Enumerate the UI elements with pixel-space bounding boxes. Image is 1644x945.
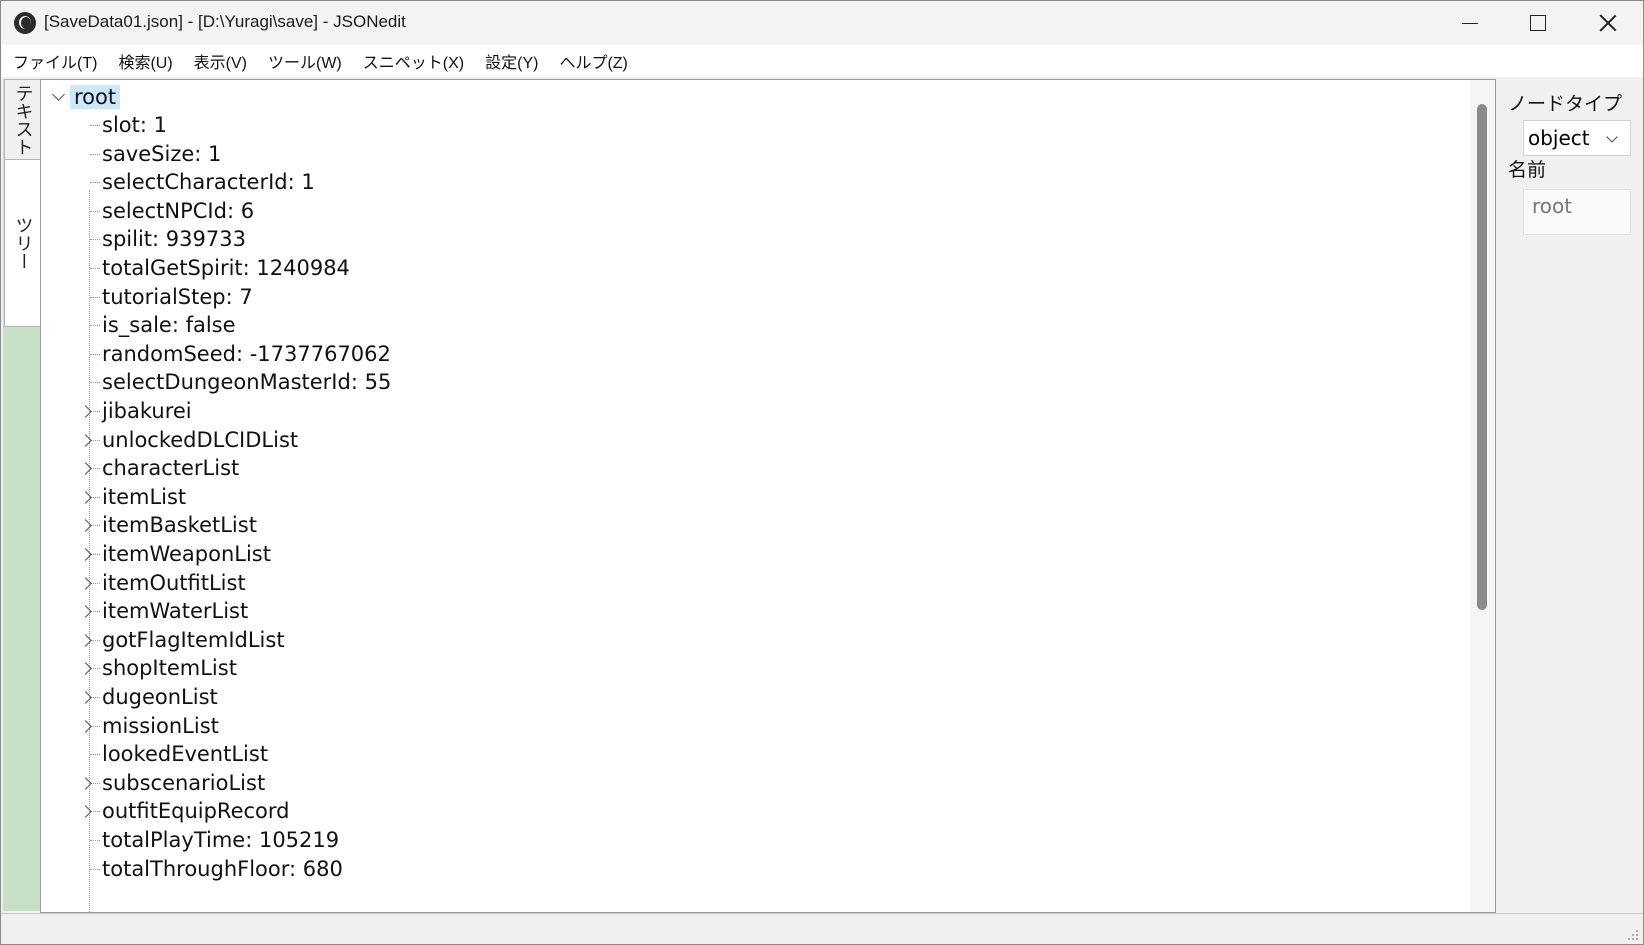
tree-node[interactable]: spilit: 939733 xyxy=(102,224,246,254)
tree-node[interactable]: saveSize: 1 xyxy=(102,139,221,169)
tree-node[interactable]: gotFlagItemIdList xyxy=(102,625,285,655)
name-label: 名前 xyxy=(1508,159,1547,181)
tree-node[interactable]: shopItemList xyxy=(102,653,237,683)
tree-node[interactable]: unlockedDLCIDList xyxy=(102,425,298,455)
name-value: root xyxy=(1532,194,1573,218)
name-field[interactable]: root xyxy=(1523,189,1631,235)
node-type-select[interactable]: object xyxy=(1523,120,1631,156)
status-bar xyxy=(1,913,1643,944)
menu-help[interactable]: ヘルプ(Z) xyxy=(548,49,637,73)
tree-node[interactable]: selectDungeonMasterId: 55 xyxy=(102,367,391,397)
tree-node[interactable]: itemList xyxy=(102,482,186,512)
resize-grip-icon[interactable] xyxy=(1627,929,1639,941)
maximize-button[interactable] xyxy=(1503,1,1573,45)
tree-guide-line xyxy=(90,868,100,870)
menu-view[interactable]: 表示(V) xyxy=(183,49,257,73)
menu-settings[interactable]: 設定(Y) xyxy=(474,49,548,73)
tree-node[interactable]: subscenarioList xyxy=(102,768,265,798)
tree-guide-line xyxy=(90,325,100,327)
tree-node[interactable]: itemWaterList xyxy=(102,596,248,626)
tree-guide-line xyxy=(90,153,100,155)
tree-node[interactable]: missionList xyxy=(102,711,219,741)
tree-guide-line xyxy=(90,268,100,269)
title-bar[interactable]: [SaveData01.json] - [D:\Yuragi\save] - J… xyxy=(1,1,1643,45)
chevron-down-icon xyxy=(1606,131,1618,143)
tree-node[interactable]: totalThroughFloor: 680 xyxy=(102,854,343,884)
tree-guide-line xyxy=(90,125,100,126)
menu-file[interactable]: ファイル(T) xyxy=(1,49,107,73)
scrollbar-thumb[interactable] xyxy=(1477,104,1487,610)
app-logo-icon[interactable] xyxy=(14,12,36,34)
tab-text[interactable]: テキスト xyxy=(4,79,41,161)
tree-node[interactable]: characterList xyxy=(102,453,239,483)
node-properties-panel: ノードタイプ object 名前 root xyxy=(1496,79,1643,911)
menu-tools[interactable]: ツール(W) xyxy=(257,49,352,73)
tree-node[interactable]: jibakurei xyxy=(102,396,192,426)
chevron-down-icon[interactable] xyxy=(52,88,65,101)
tree-guide-line xyxy=(90,840,100,841)
tab-tree[interactable]: ツリー xyxy=(4,159,40,327)
tree-node[interactable]: is_sale: false xyxy=(102,310,236,340)
maximize-icon xyxy=(1530,15,1546,31)
minimize-icon xyxy=(1462,22,1478,24)
tree-node[interactable]: selectCharacterId: 1 xyxy=(102,167,315,197)
tree-node[interactable]: outfitEquipRecord xyxy=(102,796,289,826)
tree-guide-line xyxy=(90,182,100,184)
tree-content: root slot: 1 saveSize: 1 selectCharacterId… xyxy=(41,80,1469,912)
tree-guide-line xyxy=(90,296,100,298)
tab-tree-label: ツリー xyxy=(12,216,34,270)
tree-node[interactable]: slot: 1 xyxy=(102,110,167,140)
tree-guide-line xyxy=(90,239,100,241)
vertical-scrollbar[interactable] xyxy=(1470,80,1494,912)
tree-guide-line xyxy=(90,210,100,212)
node-type-value: object xyxy=(1528,126,1590,150)
tree-node[interactable]: selectNPCId: 6 xyxy=(102,196,254,226)
tree-node[interactable]: randomSeed: -1737767062 xyxy=(102,339,391,369)
tree-guide-line xyxy=(90,382,100,384)
tree-node[interactable]: totalPlayTime: 105219 xyxy=(102,825,339,855)
menu-search[interactable]: 検索(U) xyxy=(107,49,182,73)
close-button[interactable] xyxy=(1573,1,1643,45)
tree-node[interactable]: totalGetSpirit: 1240984 xyxy=(102,253,350,283)
node-type-label: ノードタイプ xyxy=(1508,93,1623,115)
tree-node-root[interactable]: root xyxy=(70,82,121,112)
minimize-button[interactable] xyxy=(1435,1,1505,45)
tree-guide-line xyxy=(90,754,100,756)
tree-node[interactable]: itemWeaponList xyxy=(102,539,271,569)
tree-node[interactable]: itemOutfitList xyxy=(102,568,246,598)
view-tabs: テキスト ツリー xyxy=(3,79,41,911)
tree-node[interactable]: lookedEventList xyxy=(102,739,268,769)
menu-bar: ファイル(T) 検索(U) 表示(V) ツール(W) スニペット(X) 設定(Y… xyxy=(1,45,1643,77)
tree-guide-line xyxy=(90,353,100,355)
tree-view[interactable]: root slot: 1 saveSize: 1 selectCharacterId… xyxy=(40,79,1496,913)
close-icon xyxy=(1599,14,1617,32)
app-window: [SaveData01.json] - [D:\Yuragi\save] - J… xyxy=(0,0,1644,945)
menu-snippets[interactable]: スニペット(X) xyxy=(352,49,474,73)
window-title: [SaveData01.json] - [D:\Yuragi\save] - J… xyxy=(44,12,406,31)
root-node-label: root xyxy=(70,85,121,109)
tree-node[interactable]: itemBasketList xyxy=(102,510,257,540)
tab-text-label: テキスト xyxy=(12,84,34,156)
tree-node[interactable]: tutorialStep: 7 xyxy=(102,282,253,312)
tree-node[interactable]: dugeonList xyxy=(102,682,218,712)
